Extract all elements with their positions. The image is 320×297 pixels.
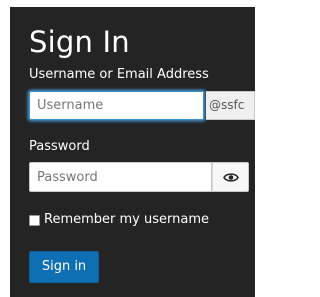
remember-row[interactable]: Remember my username xyxy=(29,212,209,228)
eye-icon xyxy=(222,168,239,187)
page-title: Sign In xyxy=(29,25,130,59)
sign-in-panel: Sign In Username or Email Address @ssfc … xyxy=(10,7,255,297)
username-label: Username or Email Address xyxy=(29,67,209,82)
remember-checkbox[interactable] xyxy=(29,214,40,226)
remember-label[interactable]: Remember my username xyxy=(44,212,209,228)
show-password-button[interactable] xyxy=(212,162,249,192)
password-label: Password xyxy=(29,139,90,154)
username-input[interactable] xyxy=(29,91,204,120)
sign-in-button[interactable]: Sign in xyxy=(29,251,99,283)
password-input[interactable] xyxy=(29,162,212,192)
domain-suffix: @ssfc xyxy=(206,91,255,120)
